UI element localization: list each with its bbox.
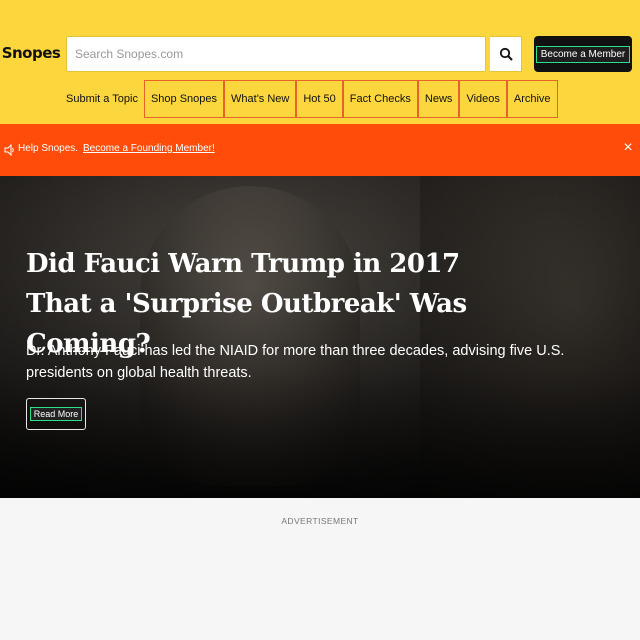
- become-member-label: Become a Member: [535, 45, 631, 63]
- nav-item-hot-50[interactable]: Hot 50: [296, 80, 343, 118]
- nav-item-whats-new[interactable]: What's New: [224, 80, 297, 118]
- nav-item-shop[interactable]: Shop Snopes: [143, 80, 225, 118]
- founding-member-link[interactable]: Become a Founding Member!: [83, 143, 215, 154]
- advertisement-label: ADVERTISEMENT: [281, 516, 359, 526]
- nav-item-videos[interactable]: Videos: [459, 80, 507, 118]
- banner-text: Help Snopes.: [18, 143, 79, 154]
- article-subhead: Dr. Anthony Fauci has led the NIAID for …: [26, 343, 565, 381]
- nav-item-archive[interactable]: Archive: [506, 80, 558, 118]
- read-more-button[interactable]: Read More: [26, 398, 86, 430]
- become-member-button[interactable]: Become a Member: [534, 36, 632, 72]
- read-more-label: Read More: [29, 407, 83, 421]
- nav-item-news[interactable]: News: [417, 80, 460, 118]
- main-nav: Submit a Topic Shop Snopes What's New Ho…: [60, 80, 558, 118]
- snopes-page: Snopes Become a Member Submit a Topic Sh…: [0, 0, 640, 640]
- nav-item-submit-topic[interactable]: Submit a Topic: [60, 80, 144, 118]
- search-icon: [499, 47, 513, 61]
- nav-item-fact-checks[interactable]: Fact Checks: [342, 80, 418, 118]
- search-field[interactable]: [66, 36, 486, 72]
- search-input[interactable]: [67, 37, 485, 71]
- speaker-icon: [4, 143, 16, 157]
- close-icon[interactable]: ×: [620, 140, 636, 156]
- search-button[interactable]: [490, 36, 522, 72]
- snopes-logo[interactable]: Snopes: [2, 38, 61, 68]
